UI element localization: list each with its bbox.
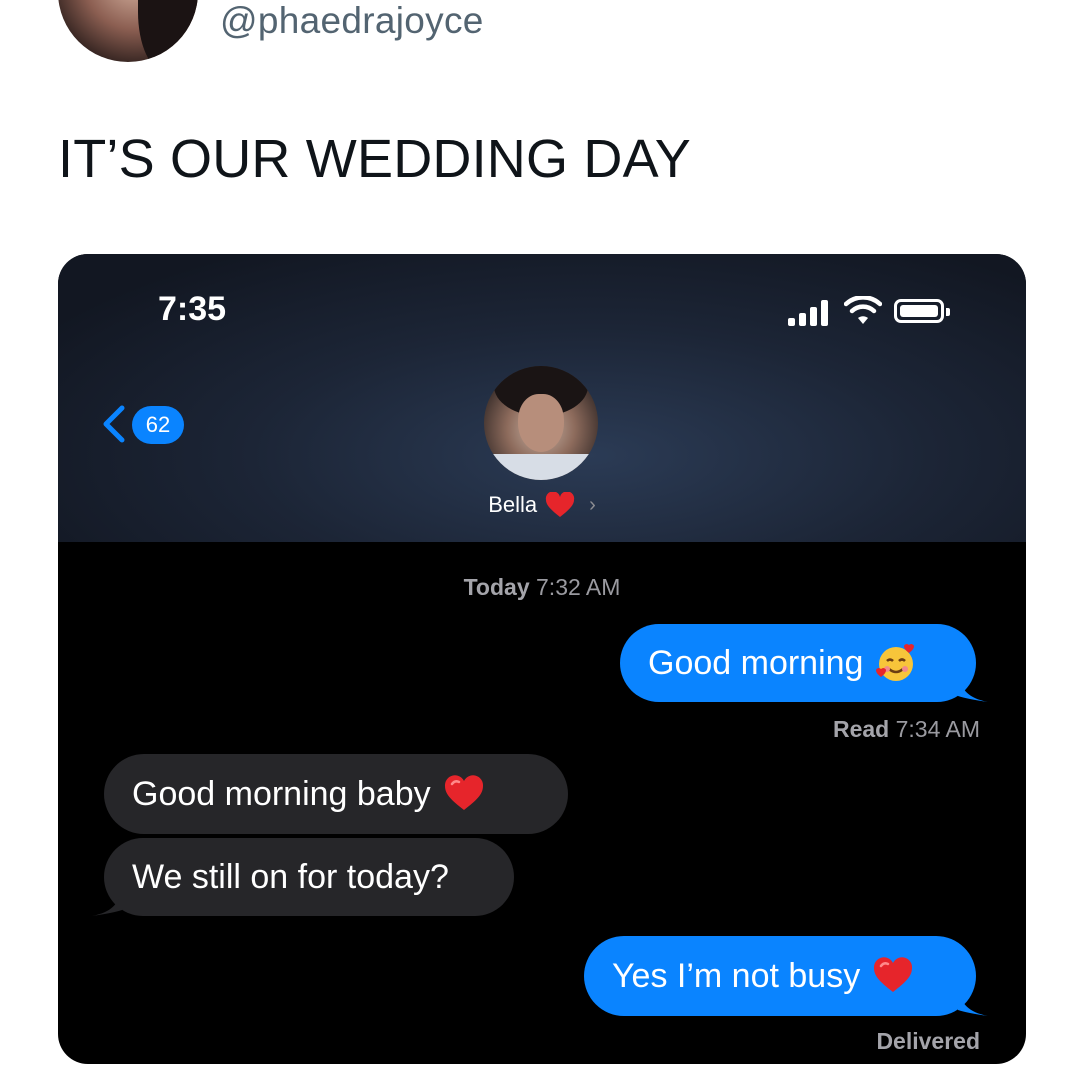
message-bubble-received[interactable]: We still on for today? (92, 838, 514, 916)
bubble-tail (958, 676, 988, 702)
back-button[interactable]: 62 (92, 400, 192, 448)
red-heart-icon (444, 775, 483, 810)
read-label: Read (832, 716, 890, 742)
wifi-icon (844, 296, 882, 324)
unread-count-badge: 62 (132, 406, 184, 444)
timestamp-day: Today (463, 574, 530, 600)
read-time: 7:34 AM (895, 716, 980, 742)
read-receipt: Read 7:34 AM (833, 716, 980, 743)
message-text: Good morning baby (132, 775, 431, 813)
author-avatar[interactable] (58, 0, 198, 62)
red-heart-icon (874, 957, 913, 992)
contact-name-button[interactable]: Bella › (58, 492, 1026, 518)
message-text: Good morning (648, 644, 864, 682)
tweet: @phaedrajoyce IT’S OUR WEDDING DAY 7:35 (0, 0, 1080, 1079)
bubble-tail (92, 890, 122, 916)
battery-icon (894, 299, 950, 323)
message-text: We still on for today? (132, 858, 449, 896)
contact-name: Bella (488, 492, 538, 517)
status-bar-icons (786, 296, 966, 326)
message-bubble-sent[interactable]: Good morning (620, 624, 988, 702)
delivered-label: Delivered (876, 1028, 980, 1054)
conversation-timestamp: Today 7:32 AM (58, 574, 1026, 601)
message-text: Yes I’m not busy (612, 957, 861, 995)
contact-avatar[interactable] (484, 366, 598, 480)
status-bar-time: 7:35 (158, 290, 227, 328)
message-bubble-sent[interactable]: Yes I’m not busy (584, 936, 988, 1016)
smiling-face-with-hearts-icon (876, 644, 915, 681)
chevron-left-icon (103, 405, 125, 443)
timestamp-time: 7:32 AM (536, 574, 621, 600)
delivered-receipt: Delivered (876, 1028, 980, 1055)
cellular-signal-icon (788, 300, 832, 326)
author-handle[interactable]: @phaedrajoyce (220, 0, 484, 42)
message-bubble-received[interactable]: Good morning baby (104, 754, 568, 834)
red-heart-icon (545, 492, 575, 517)
chevron-right-icon: › (589, 493, 596, 516)
tweet-text: IT’S OUR WEDDING DAY (58, 129, 692, 189)
imessage-screenshot: 7:35 62 Bella › Today 7:32 AM Good morni… (58, 254, 1026, 1064)
conversation-header: 7:35 62 Bella › (58, 254, 1026, 542)
bubble-tail (958, 990, 988, 1016)
